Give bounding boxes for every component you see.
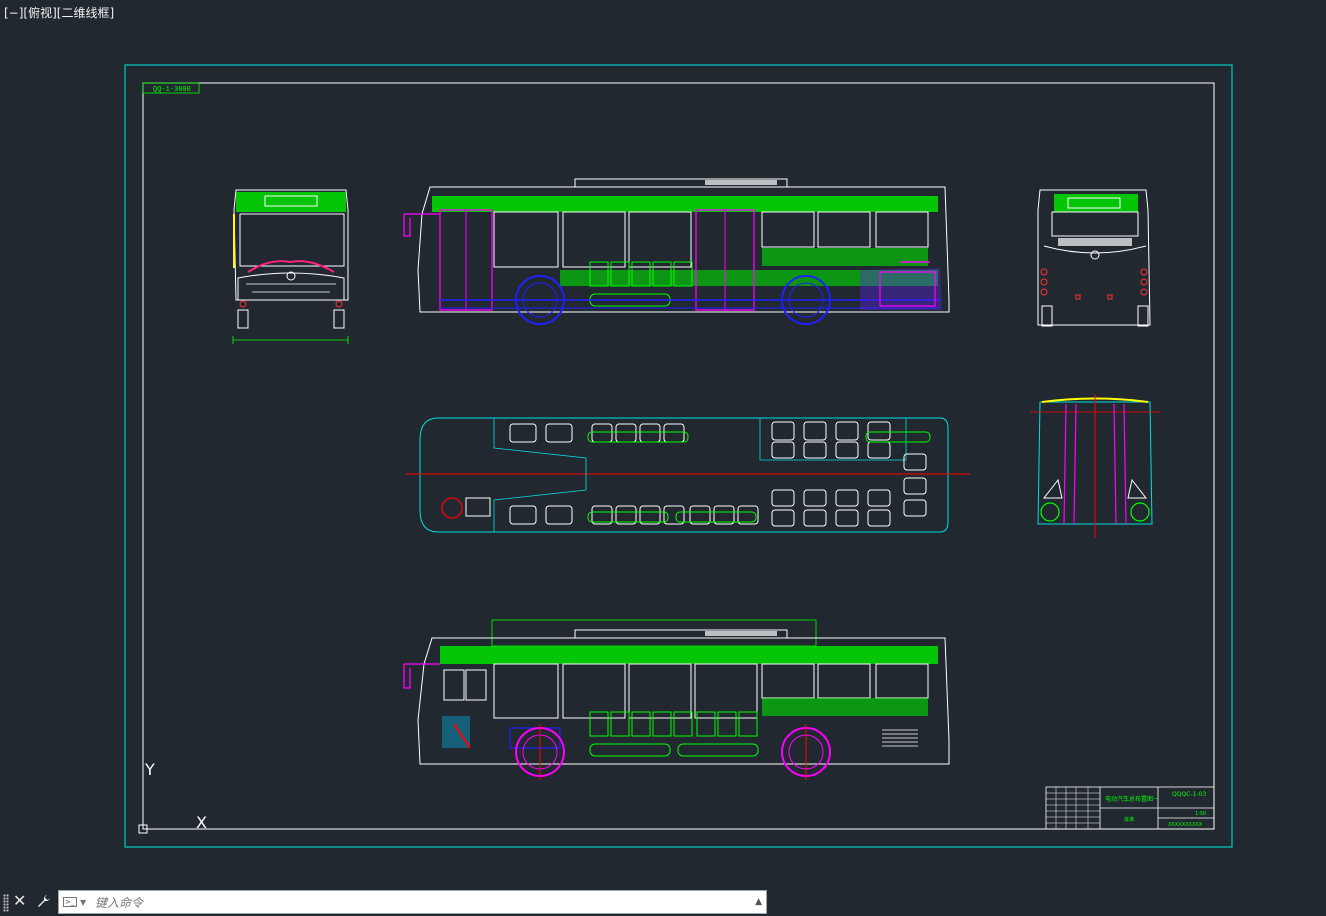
command-input-box[interactable]: >_ ▼ 键入命令 ▲ (58, 890, 767, 914)
frame-ref-text: QQ-1-3000 (153, 86, 191, 94)
title-block-drawing-no: QQQC-1-03 (1172, 791, 1206, 798)
ucs-x-label: X (196, 813, 207, 832)
bus-side-view-top (403, 178, 950, 325)
ucs-icon: Y X (138, 760, 207, 834)
drawing-canvas[interactable]: QQ-1-3000 电动汽车总布置图一 QQQC-1-03 1:50 批准 XX… (0, 0, 1326, 888)
title-block-scale: 1:50 (1195, 811, 1206, 817)
title-block: 电动汽车总布置图一 QQQC-1-03 1:50 批准 XXXXXXXXXX (1045, 786, 1215, 830)
bus-side-view-bottom (403, 619, 950, 780)
title-block-drawing-name: 电动汽车总布置图一 (1105, 795, 1159, 803)
bus-rear-section-view (1030, 394, 1160, 538)
bus-plan-view (406, 417, 970, 533)
ucs-y-label: Y (144, 760, 155, 779)
bus-rear-view (1037, 189, 1151, 327)
command-input[interactable]: 键入命令 (95, 894, 143, 911)
sheet-outer-border (124, 64, 1233, 848)
close-icon[interactable]: ✕ (13, 891, 26, 910)
bus-front-view (232, 189, 349, 344)
command-prompt-icon[interactable]: >_ (63, 897, 77, 907)
frame-ref-tag: QQ-1-3000 (142, 82, 200, 94)
title-block-company: XXXXXXXXXX (1168, 822, 1203, 828)
command-bar: ✕ >_ ▼ 键入命令 ▲ (0, 888, 770, 916)
command-bar-grip[interactable] (3, 894, 9, 912)
wrench-icon[interactable] (36, 893, 52, 913)
chevron-down-icon[interactable]: ▼ (80, 898, 86, 907)
chevron-up-icon[interactable]: ▲ (755, 897, 762, 907)
title-block-approval: 批准 (1124, 816, 1134, 823)
